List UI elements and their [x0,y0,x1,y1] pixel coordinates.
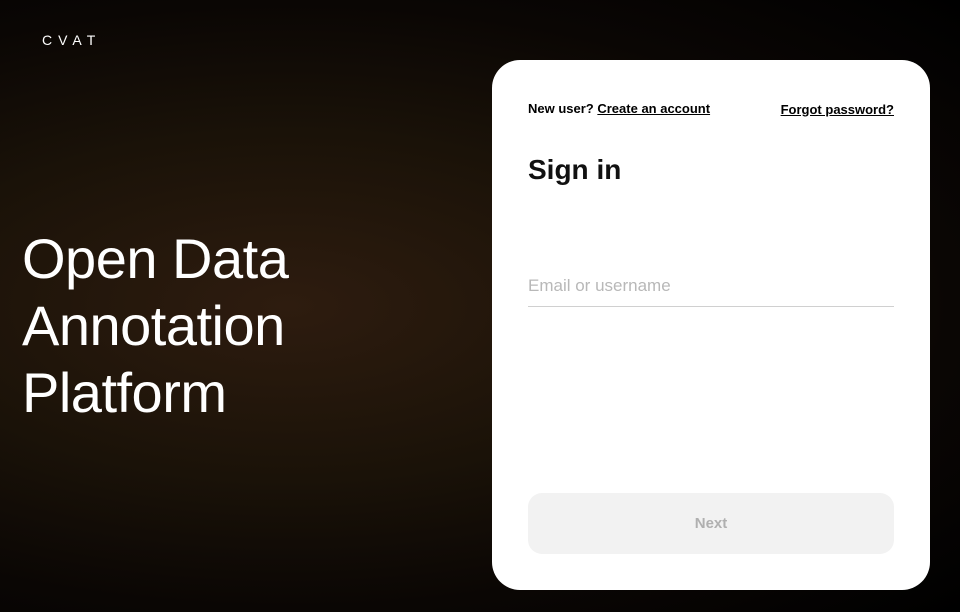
new-user-section: New user? Create an account [528,100,710,118]
tagline-line-3: Platform [22,359,288,426]
signin-title: Sign in [528,154,894,186]
signin-card: New user? Create an account Forgot passw… [492,60,930,590]
tagline: Open Data Annotation Platform [22,225,288,427]
forgot-password-link[interactable]: Forgot password? [781,102,894,117]
new-user-text: New user? [528,101,597,116]
next-button[interactable]: Next [528,493,894,554]
spacer [528,307,894,493]
create-account-link[interactable]: Create an account [597,101,710,116]
logo: CVAT [42,32,101,48]
tagline-line-1: Open Data [22,225,288,292]
tagline-line-2: Annotation [22,292,288,359]
email-input[interactable] [528,266,894,307]
card-header: New user? Create an account Forgot passw… [528,100,894,118]
